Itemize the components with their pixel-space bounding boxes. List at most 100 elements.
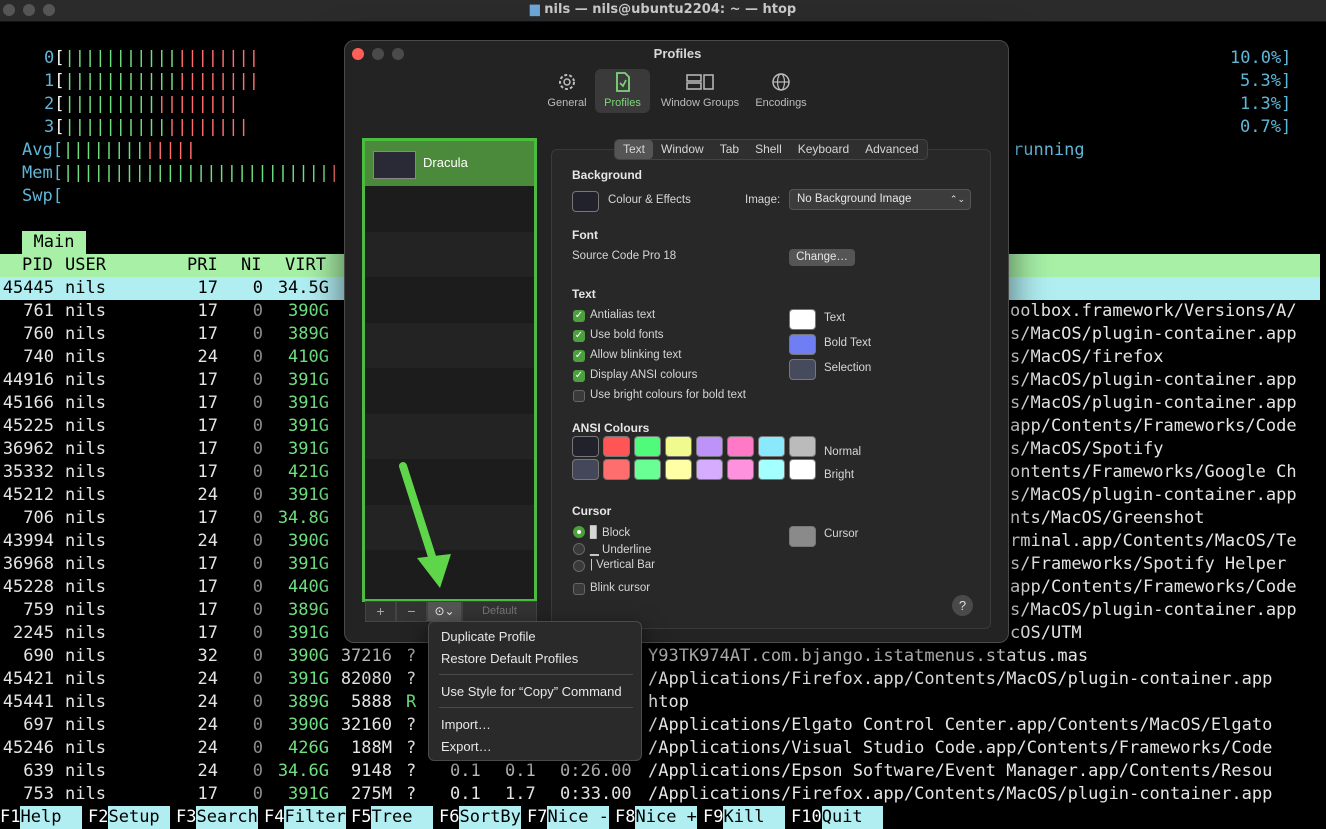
toolbar-label: Encodings (755, 97, 807, 109)
cursor-color-swatch[interactable] (789, 526, 816, 547)
fkey-f6[interactable]: F6SortBy (439, 806, 521, 829)
table-row[interactable]: 45246 nils 24 0 426G 188M? /Applications/Visua… (0, 737, 1320, 760)
cell-ni: 0 (252, 485, 263, 505)
fkey-f8[interactable]: F8Nice + (615, 806, 697, 829)
table-row[interactable]: 690 nils 32 0 390G 37216? Y93TK974AT.com.bjang… (0, 645, 1320, 668)
fkey-f10[interactable]: F10Quit (791, 806, 884, 829)
text-color-swatch[interactable] (789, 359, 816, 380)
menu-import[interactable]: Import… (441, 717, 491, 732)
text-option-checkbox[interactable]: ✓ (573, 310, 585, 322)
table-row[interactable]: 45421 nils 24 0 391G 82080? /Applications/Fire… (0, 668, 1320, 691)
ansi-normal-swatch[interactable] (603, 436, 630, 457)
toolbar-window-groups[interactable]: Window Groups (655, 69, 745, 113)
menu-export[interactable]: Export… (441, 739, 492, 754)
ansi-normal-swatch[interactable] (696, 436, 723, 457)
tab-tab[interactable]: Tab (712, 140, 747, 159)
fkey-f3[interactable]: F3Search (176, 806, 258, 829)
ansi-normal-swatch[interactable] (572, 436, 599, 457)
col-pri[interactable]: PRI (187, 254, 218, 277)
remove-profile-button[interactable]: − (396, 601, 427, 622)
default-button[interactable]: Default (462, 601, 537, 622)
help-button[interactable]: ? (952, 595, 973, 616)
ansi-bright-swatch[interactable] (665, 459, 692, 480)
cell-user: nils (65, 439, 106, 459)
table-row[interactable]: 697 nils 24 0 390G 32160? /Applications/Elgato… (0, 714, 1320, 737)
cell-ni: 0 (252, 577, 263, 597)
cell-pri: 24 (197, 531, 218, 551)
ansi-normal-swatch[interactable] (727, 436, 754, 457)
terminal-title: ▆ nils — nils@ubuntu2204: ~ — htop (0, 2, 1326, 17)
tab-advanced[interactable]: Advanced (857, 140, 926, 159)
cursor-radio[interactable] (573, 526, 585, 538)
background-image-select[interactable]: No Background Image ⌃⌄ (789, 189, 971, 210)
col-pid[interactable]: PID (22, 254, 53, 277)
main-tab[interactable]: Main (22, 231, 86, 254)
toolbar-encodings[interactable]: Encodings (749, 69, 813, 113)
ansi-bright-swatch[interactable] (758, 459, 785, 480)
fkey-f4[interactable]: F4Filter (264, 806, 346, 829)
text-color-swatch[interactable] (789, 334, 816, 355)
fkey-f2[interactable]: F2Setup (88, 806, 170, 829)
cell-command: app/Contents/Frameworks/Code (1010, 416, 1297, 436)
text-option-checkbox[interactable]: ✓ (573, 350, 585, 362)
ansi-normal-swatch[interactable] (789, 436, 816, 457)
cell-command: cOS/UTM (1010, 623, 1082, 643)
text-color-swatch[interactable] (789, 309, 816, 330)
ansi-bright-swatch[interactable] (634, 459, 661, 480)
tab-shell[interactable]: Shell (747, 140, 790, 159)
toolbar-profiles[interactable]: Profiles (595, 69, 650, 113)
fkey-f9[interactable]: F9Kill (703, 806, 785, 829)
text-color-label: Selection (824, 362, 872, 374)
fkey-f7[interactable]: F7Nice - (527, 806, 609, 829)
fkey-number: F6 (439, 807, 460, 827)
cursor-radio[interactable] (573, 560, 585, 572)
menu-use-style-for-copy[interactable]: Use Style for “Copy” Command (441, 684, 622, 699)
add-profile-button[interactable]: + (365, 601, 396, 622)
profile-name: Dracula (423, 155, 468, 170)
text-option-checkbox[interactable] (573, 390, 585, 402)
ansi-bright-swatch[interactable] (727, 459, 754, 480)
cell-res: 9148 (351, 761, 392, 781)
cell-ni: 0 (252, 347, 263, 367)
col-virt[interactable]: VIRT (285, 254, 326, 277)
ansi-bright-swatch[interactable] (572, 459, 599, 480)
menu-restore-default-profiles[interactable]: Restore Default Profiles (441, 651, 578, 666)
ansi-normal-swatch[interactable] (665, 436, 692, 457)
cell-pri: 17 (197, 370, 218, 390)
tab-window[interactable]: Window (653, 140, 712, 159)
background-color-swatch[interactable] (572, 191, 599, 212)
col-ni[interactable]: NI (241, 254, 261, 277)
fkey-f1[interactable]: F1Help (0, 806, 82, 829)
cell-user: nils (65, 278, 106, 298)
cell-pid: 697 (23, 715, 54, 735)
text-option-checkbox[interactable]: ✓ (573, 330, 585, 342)
tab-text[interactable]: Text (615, 140, 654, 159)
table-row[interactable]: 45441 nils 24 0 389G 5888 Rhtop (0, 691, 1320, 714)
ansi-bright-swatch[interactable] (696, 459, 723, 480)
ansi-bright-swatch[interactable] (603, 459, 630, 480)
profile-item-dracula[interactable]: Dracula (365, 141, 534, 186)
profile-thumbnail (373, 151, 416, 179)
menu-duplicate-profile[interactable]: Duplicate Profile (441, 629, 536, 644)
text-option-checkbox[interactable]: ✓ (573, 370, 585, 382)
table-row[interactable]: 639 nils 24 0 34.6G 9148? 0.1 0.1 0:26.00/Applic… (0, 760, 1320, 783)
cell-pri: 24 (197, 485, 218, 505)
more-actions-button[interactable]: ⊙⌄ (427, 601, 462, 622)
toolbar-general[interactable]: General (537, 69, 597, 113)
ansi-normal-swatch[interactable] (758, 436, 785, 457)
ansi-bright-swatch[interactable] (789, 459, 816, 480)
col-user[interactable]: USER (65, 254, 106, 277)
cell-pid: 706 (23, 508, 54, 528)
cell-state: R (406, 692, 417, 712)
font-heading: Font (572, 228, 598, 242)
fkey-label: Setup (108, 806, 170, 829)
cursor-radio[interactable] (573, 543, 585, 555)
fkey-f5[interactable]: F5Tree (351, 806, 433, 829)
change-font-button[interactable]: Change… (789, 249, 855, 266)
cell-virt: 391G (288, 669, 329, 689)
tab-keyboard[interactable]: Keyboard (790, 140, 857, 159)
table-row[interactable]: 753 nils 17 0 391G 275M? 0.1 1.7 0:33.00/Applica… (0, 783, 1320, 806)
blink-cursor-checkbox[interactable] (573, 583, 585, 595)
text-option-label: Use bold fonts (590, 329, 664, 341)
ansi-normal-swatch[interactable] (634, 436, 661, 457)
